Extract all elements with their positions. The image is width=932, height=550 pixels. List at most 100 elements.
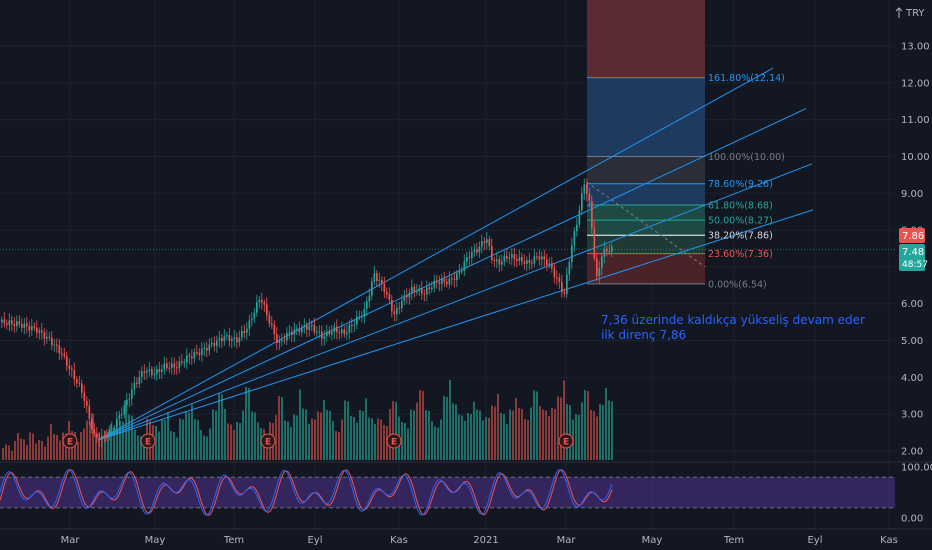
- volume-bar: [425, 410, 427, 460]
- candle-body: [3, 319, 6, 324]
- volume-bar: [491, 405, 493, 460]
- candle-body: [396, 307, 398, 315]
- annotation-line-2[interactable]: ilk direnç 7,86: [601, 328, 686, 342]
- price-axis-label: 11.00: [901, 115, 930, 126]
- candle-body: [8, 320, 11, 325]
- volume-bar: [50, 424, 52, 460]
- chart-canvas[interactable]: 161.80%(12.14) 100.00%(10.00) 78.60%(9.26)…: [0, 0, 932, 550]
- volume-bar: [170, 431, 172, 460]
- candle-body: [268, 314, 271, 324]
- volume-bar: [611, 401, 613, 460]
- candle-body: [11, 320, 13, 324]
- candle-body: [523, 261, 526, 265]
- earnings-marker[interactable]: E: [140, 433, 156, 449]
- candle-body: [486, 239, 488, 243]
- volume-bar: [41, 441, 43, 460]
- candle-body: [78, 383, 81, 385]
- candle-body: [508, 257, 511, 259]
- candle-body: [483, 241, 486, 243]
- volume-bar: [326, 410, 328, 460]
- price-axis-label: 12.00: [901, 78, 930, 89]
- candle-body: [136, 382, 138, 384]
- candle-body: [6, 323, 8, 325]
- candle-body: [531, 262, 533, 264]
- candle-body: [586, 184, 588, 194]
- volume-bar: [167, 412, 169, 460]
- volume-bar: [362, 411, 364, 460]
- earnings-marker[interactable]: E: [558, 433, 574, 449]
- candle-body: [41, 330, 43, 333]
- candle-body: [453, 278, 456, 281]
- volume-bar: [437, 427, 439, 460]
- candle-body: [298, 328, 301, 333]
- volume-bar: [494, 406, 496, 460]
- earnings-marker[interactable]: E: [62, 433, 78, 449]
- candle-body: [608, 251, 611, 253]
- volume-bar: [599, 404, 601, 460]
- currency-label: TRY: [905, 8, 925, 19]
- candle-body: [401, 300, 403, 309]
- volume-bar: [236, 422, 238, 460]
- earnings-marker-label: E: [265, 438, 271, 448]
- volume-bar: [419, 390, 421, 460]
- volume-bar: [233, 430, 235, 460]
- candle-body: [108, 429, 111, 437]
- candle-body: [281, 339, 283, 341]
- candle-body: [528, 259, 531, 263]
- candle-body: [376, 273, 378, 281]
- candle-body: [458, 271, 461, 274]
- candle-body: [98, 437, 101, 440]
- volume-bar: [293, 414, 295, 460]
- volume-bar: [47, 436, 49, 460]
- candle-body: [463, 261, 466, 271]
- volume-bar: [365, 398, 367, 460]
- volume-bar: [77, 442, 79, 460]
- candle-body: [461, 270, 463, 272]
- volume-bar: [434, 426, 436, 460]
- annotation-line-1[interactable]: 7,36 üzerinde kaldıkça yükseliş devam ed…: [601, 313, 865, 327]
- volume-bar: [191, 404, 193, 460]
- earnings-marker[interactable]: E: [386, 433, 402, 449]
- volume-bar: [179, 418, 181, 460]
- candle-body: [58, 345, 61, 354]
- volume-bar: [302, 408, 304, 460]
- candle-body: [243, 330, 246, 333]
- volume-bar: [335, 431, 337, 460]
- volume-bar: [119, 420, 121, 460]
- candle-body: [271, 323, 273, 325]
- volume-bar: [356, 422, 358, 460]
- volume-bar: [227, 423, 229, 460]
- candle-body: [133, 382, 136, 390]
- candle-body: [366, 301, 368, 309]
- volume-bar: [239, 423, 241, 460]
- candle-body: [143, 371, 146, 373]
- candle-body: [161, 369, 163, 372]
- candle-body: [473, 249, 476, 253]
- candle-body: [381, 280, 383, 284]
- candle-body: [278, 340, 281, 343]
- candle-body: [21, 324, 23, 328]
- candle-body: [96, 433, 98, 438]
- candle-body: [466, 257, 468, 262]
- price-tag-current: 7.48 48:57: [899, 244, 928, 271]
- volume-bar: [455, 404, 457, 460]
- candle-body: [493, 260, 496, 262]
- candle-body: [186, 355, 188, 363]
- candle-body: [411, 286, 413, 293]
- candle-body: [408, 292, 411, 298]
- volume-bar: [338, 432, 340, 460]
- volume-bar: [500, 413, 502, 460]
- earnings-marker[interactable]: E: [260, 433, 276, 449]
- candle-body: [163, 363, 166, 370]
- candle-body: [283, 339, 286, 341]
- candle-body: [138, 376, 141, 384]
- candle-body: [258, 299, 261, 303]
- time-axis-label: May: [145, 535, 166, 546]
- candle-body: [113, 428, 116, 430]
- volume-bar: [257, 422, 259, 460]
- candle-body: [591, 200, 593, 229]
- candle-body: [226, 335, 228, 337]
- candle-body: [101, 435, 103, 440]
- volume-bar: [221, 394, 223, 460]
- volume-bar: [155, 426, 157, 460]
